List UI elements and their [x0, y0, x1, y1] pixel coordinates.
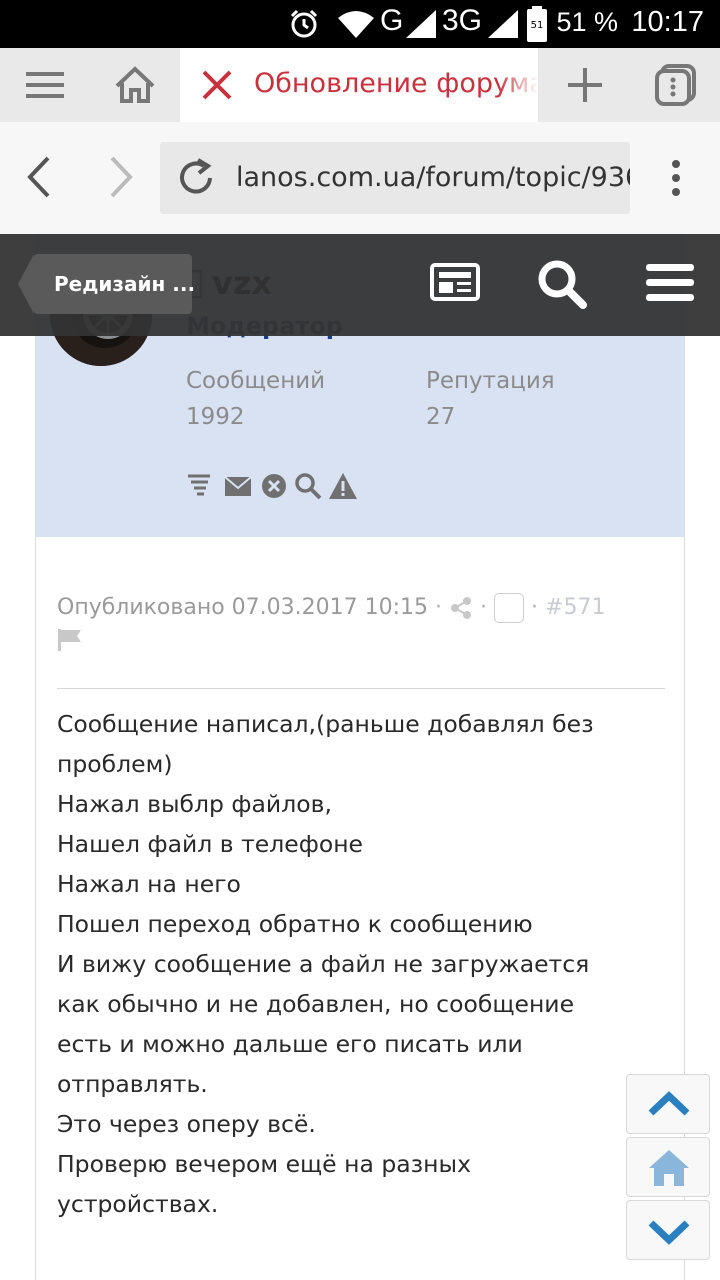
tabs-icon: [655, 64, 696, 106]
ignore-icon[interactable]: [260, 472, 288, 500]
status-bar: G 3G 51 51 % 10:17: [0, 0, 720, 48]
separator-dot: ·: [435, 595, 443, 620]
forum-header: Редизайн ...: [0, 234, 720, 336]
browser-menu-button[interactable]: [0, 48, 90, 122]
breadcrumb[interactable]: Редизайн ...: [34, 254, 195, 314]
mail-icon[interactable]: [224, 472, 252, 500]
post-number[interactable]: #571: [545, 595, 605, 620]
back-arrow-icon[interactable]: [18, 152, 62, 202]
reload-icon[interactable]: [174, 156, 218, 200]
tab-title: Обновление форума: [254, 68, 538, 99]
news-icon[interactable]: [430, 262, 480, 302]
wifi-icon: [338, 11, 374, 38]
separator-dot: ·: [480, 595, 488, 620]
post-line: Нажал на него: [57, 870, 241, 898]
alarm-icon: [290, 9, 318, 38]
post-line: И вижу сообщение а файл не загружается: [57, 950, 590, 978]
share-icon[interactable]: [449, 596, 473, 620]
post-divider: [57, 688, 665, 689]
post-line: Это через оперу всё.: [57, 1110, 316, 1138]
hamburger-icon: [26, 72, 64, 98]
clock: 10:17: [631, 6, 704, 38]
post-line: Пошел переход обратно к сообщению: [57, 910, 533, 938]
warning-level-icon[interactable]: [186, 472, 214, 500]
multiquote-checkbox[interactable]: [494, 593, 525, 623]
signal-icon: [406, 10, 436, 38]
tab-strip: Обновление форума: [0, 48, 720, 122]
forward-arrow-icon[interactable]: [98, 152, 142, 202]
plus-icon: [568, 68, 602, 102]
post-line: Сообщение написал,(раньше добавлял без: [57, 710, 594, 738]
battery-small-label: 51: [531, 20, 544, 31]
post-body: Сообщение написал,(раньше добавлял без п…: [57, 704, 657, 1224]
scroll-bottom-button[interactable]: [626, 1200, 710, 1260]
post-date: Опубликовано 07.03.2017 10:15: [57, 595, 429, 620]
separator-dot: ·: [531, 595, 539, 620]
url-text: lanos.com.ua/forum/topic/93632: [236, 162, 630, 193]
home-icon: [649, 1150, 689, 1186]
tabs-overview-button[interactable]: [630, 48, 720, 122]
tab-title-fade: [498, 48, 538, 122]
address-bar-area: lanos.com.ua/forum/topic/93632: [0, 122, 720, 234]
tab-active[interactable]: Обновление форума: [180, 48, 538, 122]
hamburger-icon[interactable]: [646, 262, 694, 304]
post-meta: Опубликовано 07.03.2017 10:15 · · · #571: [57, 592, 667, 656]
scroll-top-button[interactable]: [626, 1074, 710, 1134]
chevron-up-icon: [648, 1091, 690, 1116]
network-3g-label: 3G: [442, 4, 483, 37]
home-icon: [115, 66, 155, 103]
post-line: как обычно и не добавлен, но сообщение: [57, 990, 575, 1018]
new-tab-button[interactable]: [540, 48, 630, 122]
posts-count-value: 1992: [186, 404, 245, 430]
post-line: Проверю вечером ещё на разных: [57, 1150, 471, 1178]
reputation-label: Репутация: [426, 368, 555, 394]
breadcrumb-arrow: [18, 254, 34, 314]
warning-icon[interactable]: [328, 472, 358, 500]
forum-home-button[interactable]: [626, 1137, 710, 1197]
browser-home-button[interactable]: [90, 48, 180, 122]
chevron-down-icon: [648, 1220, 690, 1245]
forum-page: vzx Модератор Сообщений 1992 Репутация 2…: [0, 234, 720, 1280]
battery-percent: 51 %: [556, 7, 618, 37]
network-g-label: G: [380, 4, 404, 37]
posts-count-label: Сообщений: [186, 368, 326, 394]
search-icon[interactable]: [294, 472, 322, 500]
report-flag-icon[interactable]: [57, 628, 83, 652]
signal-icon: [488, 10, 518, 38]
more-options-icon[interactable]: [662, 158, 690, 198]
battery-icon: 51: [527, 6, 547, 42]
post-container: vzx Модератор Сообщений 1992 Репутация 2…: [35, 234, 685, 1280]
post-line: проблем): [57, 750, 173, 778]
post-line: Нажал выблр файлов,: [57, 790, 332, 818]
reputation-value: 27: [426, 404, 456, 430]
post-line: устройствах.: [57, 1190, 219, 1218]
post-line: есть и можно дальше его писать или: [57, 1030, 523, 1058]
search-icon[interactable]: [536, 258, 588, 310]
url-bar[interactable]: lanos.com.ua/forum/topic/93632: [160, 142, 630, 214]
post-line: Нашел файл в телефоне: [57, 830, 364, 858]
close-icon[interactable]: [200, 68, 234, 102]
post-line: отправлять.: [57, 1070, 208, 1098]
